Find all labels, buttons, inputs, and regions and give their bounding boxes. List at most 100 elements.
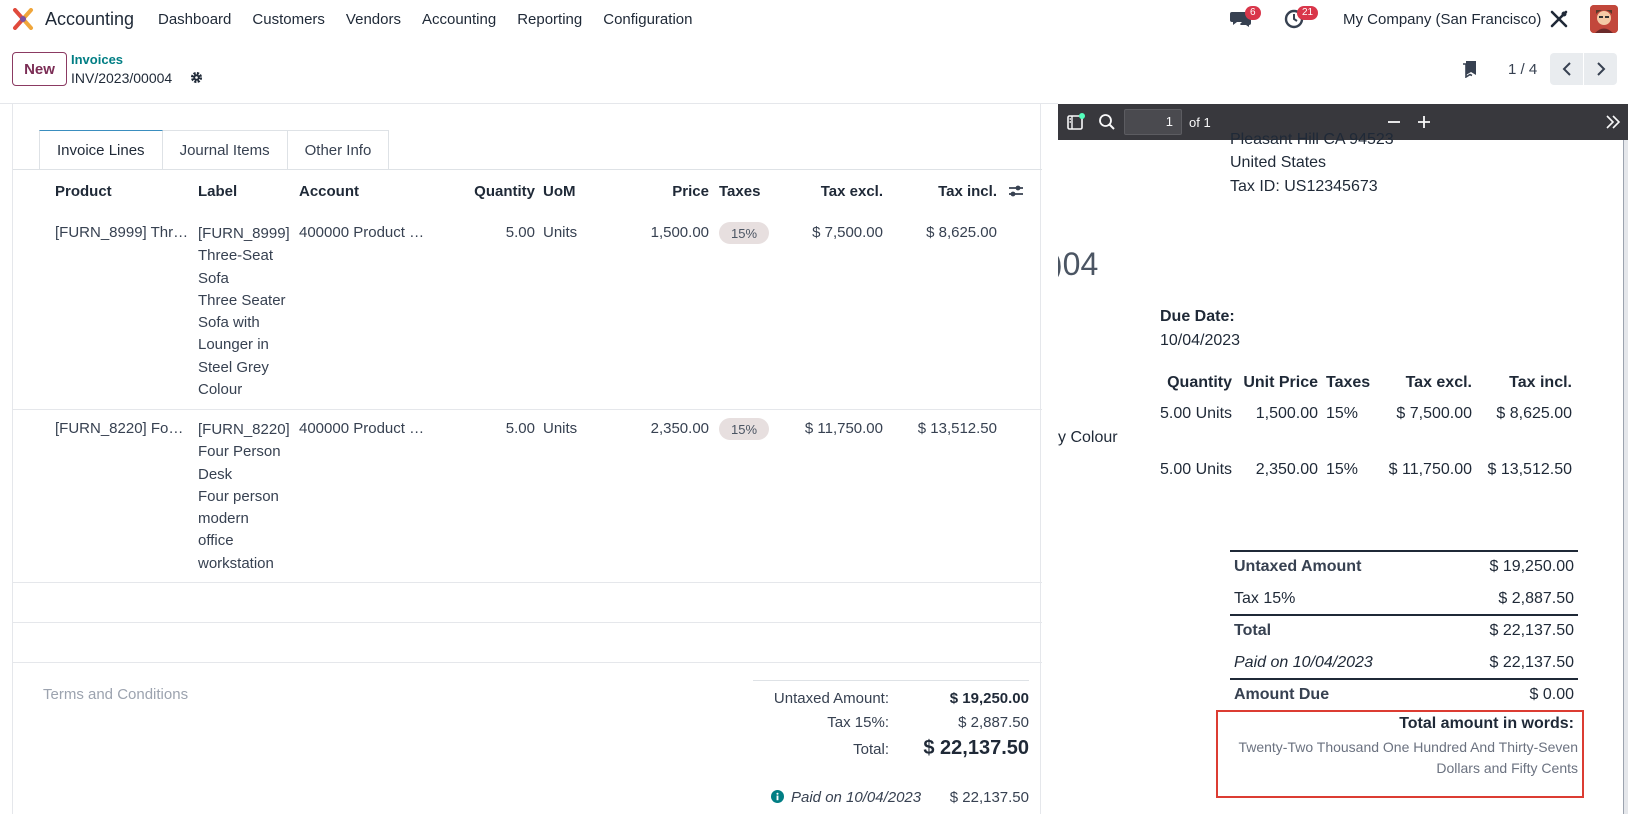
label-line: Sofa [198, 269, 229, 287]
menu-dashboard[interactable]: Dashboard [158, 11, 231, 28]
tab-other-info[interactable]: Other Info [287, 130, 390, 170]
label-line: Desk [198, 465, 233, 483]
column-header-account[interactable]: Account [299, 183, 359, 200]
column-header-tax-excl[interactable]: Tax excl. [773, 183, 883, 200]
pdf-line-taxes: 15% [1326, 405, 1359, 422]
column-header-taxes[interactable]: Taxes [719, 183, 760, 200]
tab-journal-items[interactable]: Journal Items [162, 130, 288, 170]
pdf-summary-divider [1230, 614, 1578, 616]
tab-invoice-lines[interactable]: Invoice Lines [39, 130, 163, 170]
label-line: Steel Grey [198, 358, 269, 376]
pdf-line-tax-incl: $ 13,512.50 [1487, 461, 1572, 478]
payment-value: $ 22,137.50 [949, 789, 1029, 806]
pdf-untaxed-label: Untaxed Amount [1234, 558, 1362, 575]
pdf-paid-value: $ 22,137.50 [1489, 654, 1574, 671]
tax-label: Tax 15%: [827, 714, 889, 731]
page-number-input[interactable]: 1 [1124, 109, 1182, 135]
words-line: Dollars and Fifty Cents [1436, 760, 1578, 776]
zoom-in-icon[interactable] [1416, 113, 1432, 131]
pdf-line-taxes: 15% [1326, 461, 1359, 478]
total-label: Total: [853, 741, 889, 758]
pager-next-button[interactable] [1584, 53, 1617, 85]
pdf-line-quantity: 5.00 Units [1160, 405, 1233, 422]
menu-configuration[interactable]: Configuration [603, 11, 692, 28]
menu-accounting[interactable]: Accounting [422, 11, 496, 28]
label-line: [FURN_8999] [198, 225, 290, 242]
row-divider [13, 409, 1042, 410]
debug-tools-icon[interactable] [1550, 10, 1568, 28]
pdf-header-tax-excl: Tax excl. [1405, 374, 1472, 391]
attachments-icon[interactable] [1462, 60, 1478, 78]
cell-product: [FURN_8999] Thr… [55, 224, 189, 241]
pdf-summary-divider [1230, 550, 1578, 552]
top-navbar: Accounting Dashboard Customers Vendors A… [0, 0, 1628, 38]
pdf-scrollbar[interactable] [1624, 140, 1628, 814]
label-line: modern [198, 510, 249, 528]
label-line: office [198, 532, 234, 550]
double-chevron-right-icon[interactable] [1604, 113, 1622, 131]
menu-reporting[interactable]: Reporting [517, 11, 582, 28]
optional-columns-icon[interactable] [1008, 184, 1024, 198]
new-button[interactable]: New [12, 52, 67, 86]
sidebar-toggle-icon[interactable] [1066, 113, 1086, 131]
zoom-out-icon[interactable] [1386, 113, 1402, 131]
search-icon[interactable] [1098, 113, 1116, 131]
label-line: workstation [198, 554, 274, 572]
row-divider [13, 582, 1042, 583]
menu-vendors[interactable]: Vendors [346, 11, 401, 28]
terms-conditions-field[interactable]: Terms and Conditions [43, 686, 188, 703]
label-line: [FURN_8220] [198, 421, 290, 438]
pdf-preview: 1 of 1 Pleasant Hill CA 94523 United Sta… [1058, 104, 1628, 814]
cell-account: 400000 Product … [299, 420, 425, 437]
column-header-tax-incl[interactable]: Tax incl. [883, 183, 997, 200]
pdf-tax-id: Tax ID: US12345673 [1230, 178, 1378, 195]
app-name[interactable]: Accounting [45, 9, 134, 30]
breadcrumb-current-record: INV/2023/00004 [71, 70, 173, 86]
pdf-due-date-label: Due Date: [1160, 308, 1235, 325]
column-header-product[interactable]: Product [55, 183, 112, 200]
user-avatar[interactable] [1590, 5, 1618, 33]
pdf-line-tax-excl: $ 7,500.00 [1396, 405, 1472, 422]
column-header-price[interactable]: Price [613, 183, 709, 200]
breadcrumb-invoices[interactable]: Invoices [71, 52, 123, 67]
column-header-quantity[interactable]: Quantity [413, 183, 535, 200]
gear-icon[interactable] [190, 71, 203, 84]
pdf-line-unit-price: 1,500.00 [1255, 405, 1318, 422]
pdf-total-value: $ 22,137.50 [1489, 622, 1574, 639]
accounting-app-icon[interactable] [12, 8, 34, 30]
pdf-summary-divider [1230, 678, 1578, 680]
cell-label: [FURN_8220] Four Person Desk Four person… [198, 419, 290, 575]
pdf-tax-value: $ 2,887.50 [1498, 590, 1574, 607]
pager-previous-button[interactable] [1550, 53, 1583, 85]
row-divider [13, 662, 1042, 663]
cell-quantity: 5.00 [505, 420, 535, 437]
tax-value: $ 2,887.50 [958, 714, 1029, 731]
pdf-header-unit-price: Unit Price [1243, 374, 1318, 391]
cell-price: 1,500.00 [650, 224, 709, 241]
menu-customers[interactable]: Customers [252, 11, 325, 28]
pdf-address-line: Pleasant Hill CA 94523 [1230, 131, 1394, 148]
column-header-uom[interactable]: UoM [543, 183, 576, 200]
label-line: Lounger in [198, 336, 269, 354]
pdf-total-label: Total [1234, 622, 1272, 639]
row-divider [13, 622, 1042, 623]
avatar-face-icon [1590, 5, 1618, 33]
cell-tax-incl: $ 8,625.00 [926, 224, 997, 241]
words-line: Twenty-Two Thousand One Hundred And Thir… [1238, 739, 1578, 755]
pager-value[interactable]: 1 / 4 [1508, 61, 1537, 78]
payment-label: Paid on 10/04/2023 [791, 789, 922, 806]
info-icon[interactable] [771, 790, 784, 803]
pdf-amount-due-value: $ 0.00 [1529, 686, 1574, 703]
pdf-header-tax-incl: Tax incl. [1509, 374, 1572, 391]
company-switcher[interactable]: My Company (San Francisco) [1343, 11, 1541, 28]
page-count: of 1 [1189, 115, 1211, 130]
chevron-right-icon [1596, 62, 1605, 76]
notebook-tabs: Invoice Lines Journal Items Other Info [39, 130, 390, 170]
label-line: Three-Seat [198, 247, 274, 265]
cell-label: [FURN_8999] Three-Seat Sofa Three Seater… [198, 223, 290, 401]
label-line: Sofa with [198, 314, 260, 332]
column-header-label[interactable]: Label [198, 183, 237, 200]
pdf-header-quantity: Quantity [1167, 374, 1232, 391]
pdf-line-description: y Colour [1058, 429, 1118, 446]
tax-tag: 15% [719, 222, 769, 244]
